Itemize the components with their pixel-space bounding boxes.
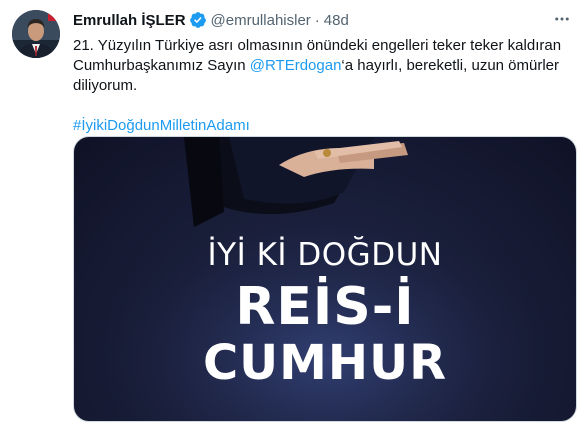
separator-dot: · (314, 11, 320, 29)
verified-badge-icon (189, 11, 207, 29)
avatar[interactable] (12, 10, 60, 58)
tweet-card[interactable]: Emrullah İŞLER @emrullahisler · 48d 21. … (0, 0, 587, 429)
mention-link[interactable]: @RTErdogan (250, 57, 342, 74)
tweet-header: Emrullah İŞLER @emrullahisler · 48d (73, 10, 349, 30)
hashtag-link[interactable]: #İyikiDoğdunMilletinAdamı (73, 117, 250, 134)
tweet-timestamp[interactable]: 48d (324, 12, 349, 29)
media-text-line2: REİS-İ (235, 277, 415, 337)
more-icon[interactable] (551, 9, 573, 29)
author-handle[interactable]: @emrullahisler (211, 12, 311, 29)
avatar-image (12, 10, 60, 58)
tweet-text-paragraph: 21. Yüzyılın Türkiye asrı olmasının önün… (73, 36, 578, 96)
tweet-text: 21. Yüzyılın Türkiye asrı olmasının önün… (73, 36, 578, 136)
media-text-line3: CUMHUR (202, 335, 448, 391)
author-name[interactable]: Emrullah İŞLER (73, 12, 186, 29)
tweet-media-image[interactable]: İYİ Kİ DOĞDUN REİS-İ CUMHUR (73, 136, 577, 422)
media-text-line1: İYİ Kİ DOĞDUN (207, 237, 443, 273)
